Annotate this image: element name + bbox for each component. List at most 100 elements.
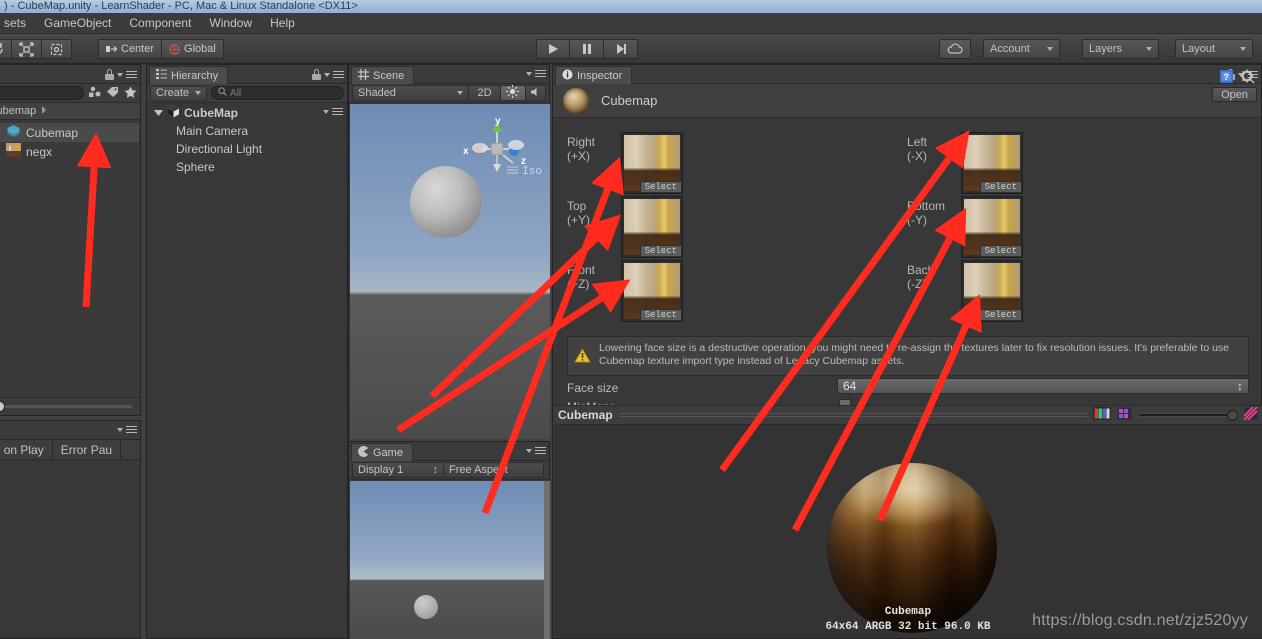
- pivot-center-button[interactable]: Center: [98, 39, 163, 59]
- panel-menu-icon[interactable]: [126, 425, 137, 434]
- scene-viewport[interactable]: Iso y x z: [350, 104, 550, 439]
- scene-panel: Scene Shaded 2D Iso y x z: [348, 64, 550, 439]
- favorites-icon[interactable]: [124, 86, 137, 101]
- rgb-channels-icon[interactable]: [1093, 407, 1111, 423]
- hierarchy-item-sphere[interactable]: Sphere: [148, 158, 346, 176]
- play-controls-group: [536, 39, 638, 59]
- light-icon: [506, 85, 520, 101]
- panel-menu-icon[interactable]: [535, 446, 546, 455]
- texture-asset-icon: [6, 143, 21, 160]
- scene-2d-toggle[interactable]: 2D: [469, 85, 501, 101]
- face-select-button[interactable]: Select: [639, 245, 682, 257]
- menu-item-help[interactable]: Help: [261, 13, 304, 33]
- menu-item-gameobject[interactable]: GameObject: [35, 13, 120, 33]
- game-display-dropdown[interactable]: Display 1 ↕: [352, 462, 444, 478]
- pivot-global-button[interactable]: Global: [162, 39, 224, 59]
- face-label-bottom-minus-y: Bottom (-Y): [907, 199, 946, 227]
- panel-menu-icon[interactable]: [333, 70, 344, 79]
- hierarchy-panel-menu[interactable]: [312, 69, 344, 80]
- hierarchy-item-main-camera[interactable]: Main Camera: [148, 122, 346, 140]
- scene-draw-mode-label: Shaded: [358, 87, 396, 99]
- mip-level-slider[interactable]: [1138, 409, 1238, 421]
- layers-dropdown[interactable]: Layers: [1082, 39, 1159, 59]
- account-dropdown[interactable]: Account: [983, 39, 1060, 59]
- preview-divider: [618, 413, 1087, 417]
- step-button[interactable]: [604, 39, 638, 59]
- hierarchy-scene-root[interactable]: CubeMap: [148, 104, 346, 122]
- breadcrumb-item-cubemap[interactable]: cubemap: [0, 105, 36, 117]
- face-select-button[interactable]: Select: [979, 245, 1022, 257]
- tab-scene[interactable]: Scene: [351, 66, 415, 84]
- face-slot-bottom-minus-y[interactable]: Select: [961, 196, 1023, 258]
- warning-message-text: Lowering face size is a destructive oper…: [599, 342, 1229, 367]
- filter-by-label-icon[interactable]: [106, 86, 120, 101]
- preview-body[interactable]: Cubemap 64x64 ARGB 32 bit 96.0 KB https:…: [554, 425, 1262, 638]
- game-aspect-dropdown[interactable]: Free Aspect: [444, 462, 544, 478]
- face-slot-front-plus-z[interactable]: Select: [621, 260, 683, 322]
- scene-panel-menu[interactable]: [526, 69, 546, 78]
- svg-text:y: y: [495, 116, 501, 127]
- game-aspect-label: Free Aspect: [449, 464, 508, 476]
- play-button[interactable]: [536, 39, 570, 59]
- face-slot-back-minus-z[interactable]: Select: [961, 260, 1023, 322]
- scale-tool-icon[interactable]: [12, 39, 42, 59]
- console-panel-menu[interactable]: [117, 425, 137, 434]
- tab-inspector[interactable]: Inspector: [555, 66, 633, 84]
- tab-game[interactable]: Game: [351, 443, 413, 461]
- project-search-input[interactable]: [0, 86, 84, 100]
- open-button[interactable]: Open: [1212, 87, 1257, 102]
- console-clear-on-play-button[interactable]: Clear on Play: [0, 440, 53, 459]
- scene-menu-icon[interactable]: [332, 107, 343, 116]
- face-slot-left-minus-x[interactable]: Select: [961, 132, 1023, 194]
- tab-hierarchy[interactable]: Hierarchy: [149, 66, 229, 84]
- menu-item-sets[interactable]: sets: [0, 13, 35, 33]
- hierarchy-icon: [156, 69, 167, 82]
- project-panel-menu[interactable]: [105, 69, 137, 80]
- menu-item-window[interactable]: Window: [200, 13, 261, 33]
- breadcrumb: Assets cubemap: [0, 103, 140, 120]
- face-slot-top-plus-y[interactable]: Select: [621, 196, 683, 258]
- scene-axis-gizmo[interactable]: y x z: [462, 114, 532, 184]
- gear-icon[interactable]: [1240, 69, 1255, 87]
- panel-menu-icon[interactable]: [126, 70, 137, 79]
- layout-dropdown[interactable]: Layout: [1175, 39, 1253, 59]
- icon-size-slider[interactable]: [0, 401, 132, 412]
- pause-button[interactable]: [570, 39, 604, 59]
- scene-lighting-toggle[interactable]: [500, 85, 527, 101]
- filter-by-type-icon[interactable]: [88, 86, 102, 101]
- list-item[interactable]: Cubemap: [0, 123, 139, 142]
- face-slot-right-plus-x[interactable]: Select: [621, 132, 683, 194]
- panel-menu-icon[interactable]: [535, 69, 546, 78]
- face-select-button[interactable]: Select: [639, 181, 682, 193]
- list-item[interactable]: negx: [0, 142, 139, 161]
- face-size-dropdown[interactable]: 64 ↕: [837, 378, 1249, 394]
- create-button[interactable]: Create: [150, 85, 208, 101]
- face-select-button[interactable]: Select: [979, 309, 1022, 321]
- game-panel-menu[interactable]: [526, 446, 546, 455]
- console-error-pause-button[interactable]: Error Pau: [53, 440, 122, 459]
- rotate-tool-icon[interactable]: [0, 39, 12, 59]
- hierarchy-item-label: Sphere: [176, 160, 215, 174]
- preview-title: Cubemap: [558, 408, 613, 422]
- window-titlebar: ) - CubeMap.unity - LearnShader - PC, Ma…: [0, 0, 1262, 13]
- face-select-button[interactable]: Select: [979, 181, 1022, 193]
- mip-level-icon[interactable]: [1117, 407, 1132, 423]
- face-label-top-plus-y: Top (+Y): [567, 199, 591, 227]
- lock-icon[interactable]: [312, 69, 321, 80]
- help-book-icon[interactable]: ?: [1219, 69, 1234, 87]
- tab-game-label: Game: [373, 446, 403, 459]
- face-select-button[interactable]: Select: [639, 309, 682, 321]
- foldout-icon[interactable]: [154, 106, 163, 120]
- scene-draw-mode-dropdown[interactable]: Shaded: [352, 85, 470, 101]
- cloud-button[interactable]: [939, 39, 971, 59]
- game-viewport[interactable]: [350, 481, 550, 639]
- hierarchy-item-label: Directional Light: [176, 142, 263, 156]
- hierarchy-search-input[interactable]: All: [211, 86, 344, 100]
- lock-icon[interactable]: [105, 69, 114, 80]
- menu-item-component[interactable]: Component: [120, 13, 200, 33]
- filter-icon[interactable]: [1243, 406, 1258, 423]
- game-view-scrollbar[interactable]: [544, 481, 550, 639]
- rect-tool-icon[interactable]: [42, 39, 72, 59]
- scene-audio-toggle[interactable]: [526, 85, 547, 101]
- hierarchy-item-directional-light[interactable]: Directional Light: [148, 140, 346, 158]
